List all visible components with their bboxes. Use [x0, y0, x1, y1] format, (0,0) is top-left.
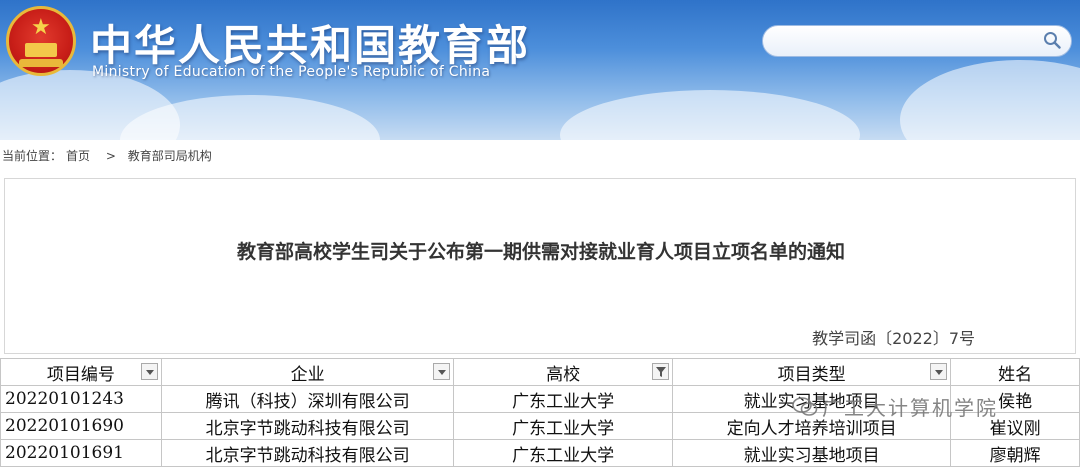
- cell-project-id: 20220101690: [0, 412, 162, 440]
- cell-university: 广东工业大学: [453, 439, 673, 467]
- header-label: 项目类型: [777, 364, 846, 385]
- notice-title: 教育部高校学生司关于公布第一期供需对接就业育人项目立项名单的通知: [236, 241, 845, 263]
- wechat-icon: [792, 397, 818, 416]
- column-header-project-id: 项目编号: [0, 358, 162, 386]
- column-header-university: 高校: [453, 358, 673, 386]
- header-cloud: [900, 60, 1080, 140]
- column-header-name: 姓名: [950, 358, 1080, 386]
- dropdown-icon[interactable]: [433, 363, 451, 380]
- cell-project-id: 20220101243: [0, 385, 162, 413]
- document-number: 教学司函〔2022〕7号: [812, 329, 975, 348]
- national-emblem-icon: ★: [6, 6, 76, 76]
- breadcrumb-current-link[interactable]: 教育部司局机构: [128, 149, 212, 163]
- breadcrumb-label: 当前位置：: [2, 149, 63, 163]
- cell-company: 北京字节跳动科技有限公司: [160, 412, 455, 440]
- search-icon[interactable]: [1043, 31, 1061, 49]
- cell-name: 廖朝辉: [950, 439, 1080, 467]
- breadcrumb-separator: >: [105, 149, 116, 163]
- notice-panel: 教育部高校学生司关于公布第一期供需对接就业育人项目立项名单的通知 教学司函〔20…: [4, 178, 1076, 354]
- cell-university: 广东工业大学: [453, 385, 673, 413]
- watermark-text: 广工大计算机学院: [822, 396, 998, 420]
- filter-icon[interactable]: [651, 363, 669, 380]
- cell-project-type: 就业实习基地项目: [671, 439, 952, 467]
- breadcrumb-home-link[interactable]: 首页: [66, 149, 90, 163]
- site-header: ★ 中华人民共和国教育部 Ministry of Education of th…: [0, 0, 1080, 140]
- header-label: 高校: [546, 364, 581, 385]
- column-header-company: 企业: [160, 358, 455, 386]
- column-header-project-type: 项目类型: [671, 358, 952, 386]
- cell-university: 广东工业大学: [453, 412, 673, 440]
- cell-project-id: 20220101691: [0, 439, 162, 467]
- dropdown-icon[interactable]: [140, 363, 158, 380]
- table-header-row: 项目编号 企业 高校 项目类型 姓名: [0, 358, 1080, 386]
- cell-company: 北京字节跳动科技有限公司: [160, 439, 455, 467]
- header-label: 姓名: [998, 364, 1033, 385]
- header-label: 企业: [290, 364, 325, 385]
- header-label: 项目编号: [46, 364, 115, 385]
- cell-company: 腾讯（科技）深圳有限公司: [160, 385, 455, 413]
- header-cloud: [560, 90, 860, 140]
- search-input[interactable]: [762, 25, 1072, 57]
- site-subtitle: Ministry of Education of the People's Re…: [92, 64, 491, 80]
- breadcrumb: 当前位置： 首页 > 教育部司局机构: [2, 147, 216, 164]
- table-row: 20220101691 北京字节跳动科技有限公司 广东工业大学 就业实习基地项目…: [0, 439, 1080, 467]
- dropdown-icon[interactable]: [930, 363, 948, 380]
